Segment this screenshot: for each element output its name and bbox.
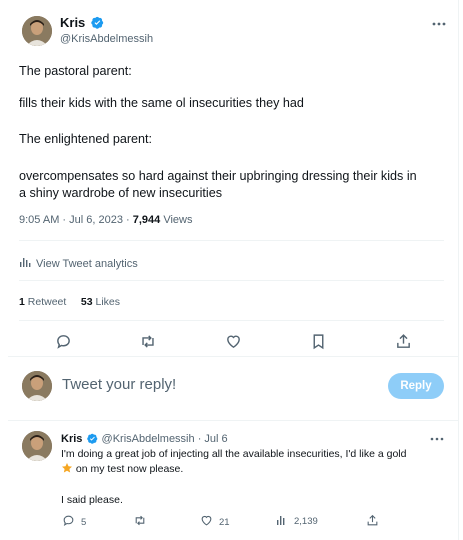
reply-view-count: 2,139 — [294, 516, 318, 527]
tweet-line-2: fills their kids with the same ol insecu… — [19, 96, 304, 110]
reply-line-3: I said please. — [61, 494, 123, 506]
tweet-meta: 9:05 AM · Jul 6, 2023 · 7,944 Views — [19, 214, 192, 226]
composer-avatar[interactable] — [22, 371, 52, 401]
reply-icon[interactable] — [52, 330, 74, 352]
reply-header: Kris @KrisAbdelmessih · Jul 6 — [61, 432, 228, 446]
share-icon[interactable] — [392, 330, 414, 352]
reply-line-1: I'm doing a great job of injecting all t… — [61, 448, 407, 460]
retweets-stat[interactable]: 1 Retweet — [19, 296, 66, 308]
reply-line-2: on my test now please. — [61, 462, 183, 479]
divider — [19, 280, 444, 281]
divider — [8, 420, 459, 421]
reply-reply-action[interactable]: 5 — [62, 514, 86, 530]
reply-author-name[interactable]: Kris — [61, 433, 82, 445]
reply-icon — [62, 514, 75, 530]
reply-button[interactable]: Reply — [388, 373, 444, 399]
retweet-icon[interactable] — [137, 330, 159, 352]
reply-like-count: 21 — [219, 516, 230, 528]
more-options-icon[interactable] — [430, 16, 448, 32]
reply-views-action[interactable]: 2,139 — [276, 514, 318, 529]
reply-reply-count: 5 — [81, 516, 87, 528]
analytics-label: View Tweet analytics — [36, 257, 138, 270]
author-name[interactable]: Kris — [60, 15, 104, 31]
views-label: Views — [163, 214, 193, 226]
like-icon — [200, 514, 213, 530]
tweet-line-4: overcompensates so hard against their up… — [19, 169, 417, 183]
divider — [19, 240, 444, 241]
engagement-counts: 1 Retweet 53 Likes — [19, 296, 120, 308]
verified-badge-icon — [91, 16, 104, 29]
like-icon[interactable] — [222, 330, 244, 352]
tweet-line-5: a shiny wardrobe of new insecurities — [19, 186, 223, 200]
tweet-line-3: The enlightened parent: — [19, 132, 153, 146]
reply-date[interactable]: · Jul 6 — [198, 433, 228, 445]
share-icon — [366, 514, 379, 530]
reply-like-action[interactable]: 21 — [200, 514, 230, 530]
author-handle[interactable]: @KrisAbdelmessih — [60, 32, 153, 46]
reply-more-options-icon[interactable] — [428, 431, 446, 447]
reply-author-avatar[interactable] — [22, 431, 52, 461]
likes-stat[interactable]: 53 Likes — [81, 296, 120, 308]
view-analytics-link[interactable]: View Tweet analytics — [19, 256, 138, 271]
bookmark-icon[interactable] — [307, 330, 329, 352]
views-count: 7,944 — [132, 214, 161, 226]
retweet-icon — [133, 514, 147, 530]
author-avatar[interactable] — [22, 16, 52, 46]
tweet-line-1: The pastoral parent: — [19, 64, 132, 78]
reply-retweet-action[interactable] — [133, 514, 147, 530]
analytics-icon — [276, 514, 288, 529]
tweet-timestamp[interactable]: 9:05 AM · Jul 6, 2023 · — [19, 214, 130, 226]
tweet-thread: Kris @KrisAbdelmessih The pastoral paren… — [0, 0, 459, 540]
reply-author-handle[interactable]: @KrisAbdelmessih — [102, 433, 195, 445]
reply-input[interactable]: Tweet your reply! — [62, 376, 176, 393]
analytics-icon — [19, 256, 31, 271]
verified-badge-icon — [87, 433, 98, 444]
star-icon — [61, 462, 73, 479]
divider — [19, 320, 444, 321]
divider — [8, 356, 459, 357]
reply-share-action[interactable] — [366, 514, 379, 530]
